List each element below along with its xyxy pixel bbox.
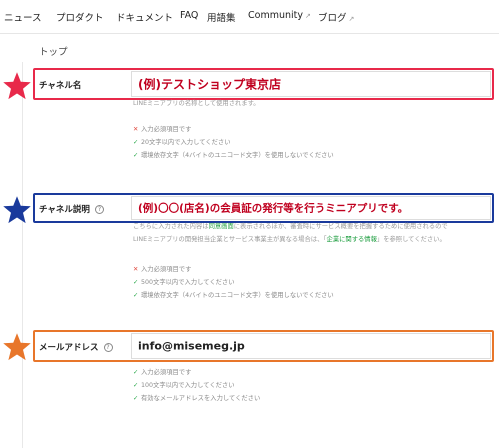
rule-item: ✓ 環境依存文字（4バイトのユニコード文字）を使用しないでください	[133, 292, 334, 299]
nav-community[interactable]: Community ↗	[248, 10, 311, 21]
help-icon[interactable]: ?	[94, 205, 104, 214]
help-icon[interactable]: ?	[103, 343, 113, 352]
star-icon-orange	[3, 333, 31, 361]
rule-item: ✓ 100文字以内で入力してください	[133, 382, 235, 389]
rule-item: ✓ 20文字以内で入力してください	[133, 139, 231, 146]
email-label: メールアドレス?	[39, 341, 113, 353]
check-icon: ✓	[133, 369, 139, 376]
rule-item: ✓ 環境依存文字（4バイトのユニコード文字）を使用しないでください	[133, 152, 334, 159]
check-icon: ✓	[133, 382, 139, 389]
nav-faq[interactable]: FAQ	[180, 10, 198, 21]
star-icon-red	[3, 72, 31, 100]
check-icon: ✓	[133, 139, 139, 146]
rule-item: ✕ 入力必須項目です	[133, 126, 192, 133]
channel-name-value: (例)テストショップ東京店	[138, 77, 281, 92]
external-link-icon: ↗	[304, 12, 311, 20]
nav-blog-label: ブログ	[318, 13, 347, 24]
email-value: info@misemeg.jp	[138, 339, 245, 353]
nav-glossary[interactable]: 用語集	[207, 10, 236, 24]
email-input[interactable]: info@misemeg.jp	[131, 333, 491, 359]
nav-documents[interactable]: ドキュメント	[116, 10, 173, 24]
channel-name-input[interactable]: (例)テストショップ東京店	[131, 71, 491, 97]
breadcrumb[interactable]: トップ	[39, 44, 68, 58]
company-info-link[interactable]: 企業に関する情報	[327, 236, 377, 243]
consent-screen-link[interactable]: 同意画面	[209, 223, 234, 230]
cross-icon: ✕	[133, 126, 139, 133]
nav-products[interactable]: プロダクト	[56, 10, 104, 24]
check-icon: ✓	[133, 152, 139, 159]
external-link-icon: ↗	[348, 15, 355, 23]
top-nav: ニュース プロダクト ドキュメント FAQ 用語集 Community ↗ ブログ…	[0, 0, 499, 34]
rule-item: ✓ 入力必須項目です	[133, 369, 192, 376]
channel-name-label: チャネル名	[39, 81, 82, 91]
check-icon: ✓	[133, 292, 139, 299]
nav-news[interactable]: ニュース	[4, 10, 42, 24]
content-divider	[22, 62, 23, 448]
channel-description-text: こちらに入力された内容は同意画面に表示されるほか、審査時にサービス概要を把握する…	[133, 223, 448, 230]
nav-community-label: Community	[248, 10, 303, 21]
check-icon: ✓	[133, 279, 139, 286]
channel-name-description: LINEミニアプリの名称として使用されます。	[133, 100, 260, 107]
channel-description-input[interactable]: (例)〇〇(店名)の会員証の発行等を行うミニアプリです。	[131, 196, 491, 220]
channel-description-label: チャネル説明?	[39, 203, 104, 215]
cross-icon: ✕	[133, 266, 139, 273]
nav-blog[interactable]: ブログ ↗	[318, 10, 354, 24]
channel-description-text-2: LINEミニアプリの開発担当企業とサービス事業主が異なる場合は、「企業に関する情…	[133, 236, 446, 243]
check-icon: ✓	[133, 395, 139, 402]
rule-item: ✓ 500文字以内で入力してください	[133, 279, 235, 286]
rule-item: ✕ 入力必須項目です	[133, 266, 192, 273]
star-icon-blue	[3, 196, 31, 224]
rule-item: ✓ 有効なメールアドレスを入力してください	[133, 395, 261, 402]
channel-description-value: (例)〇〇(店名)の会員証の発行等を行うミニアプリです。	[138, 202, 409, 215]
